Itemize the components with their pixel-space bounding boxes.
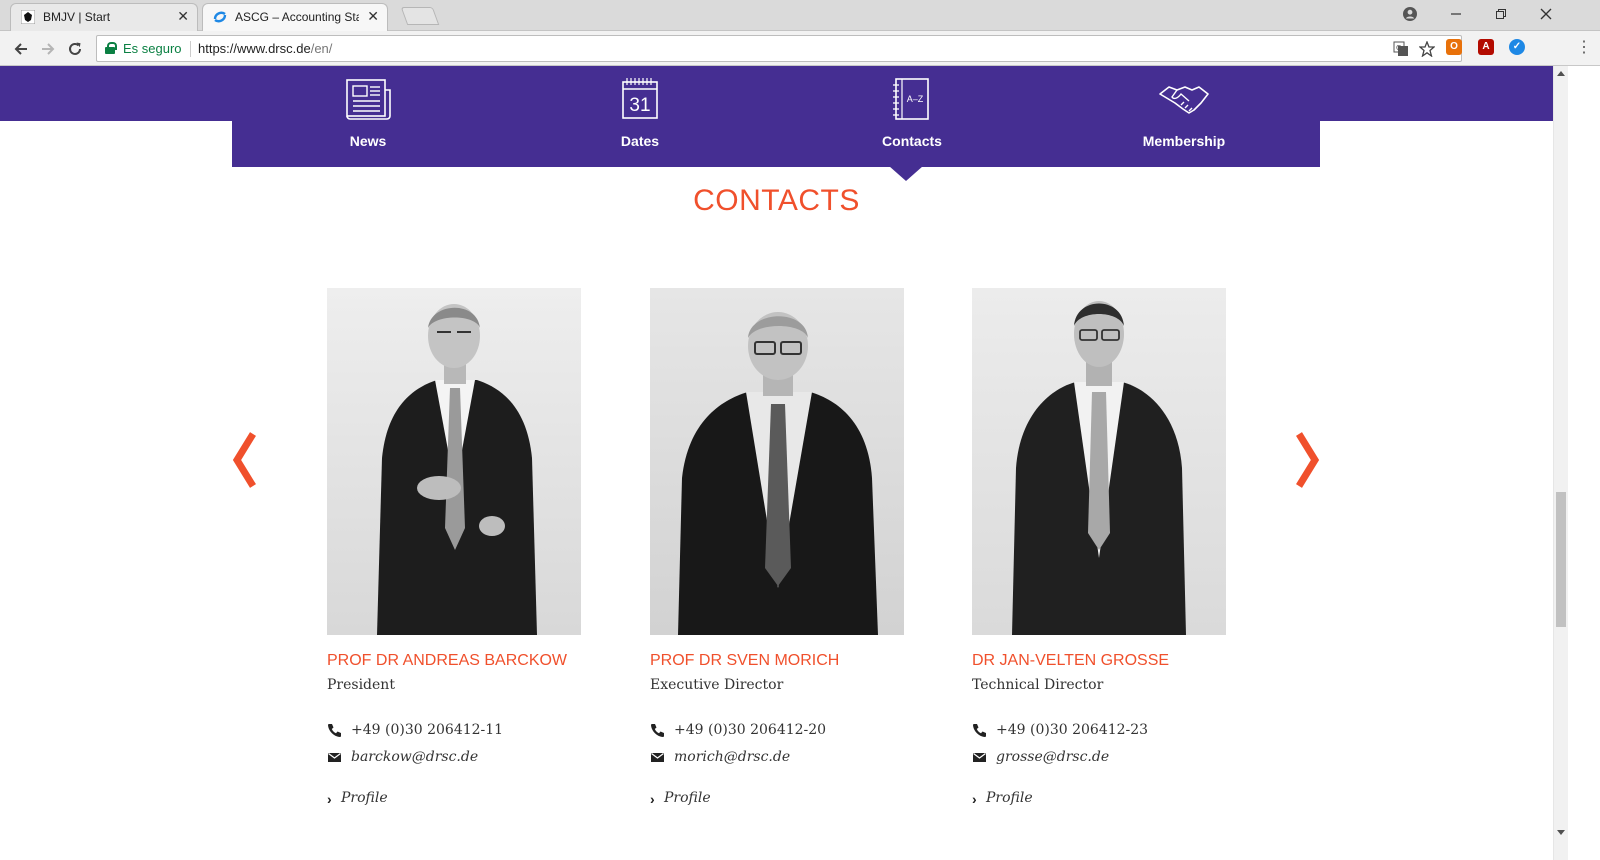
nav-label: Membership [1142,133,1226,149]
newspaper-icon [343,76,393,124]
lock-icon [105,42,117,54]
email-link[interactable]: grosse@drsc.de [996,749,1109,765]
restore-icon[interactable] [1489,4,1513,24]
phone-number: +49 (0)30 206412-23 [996,722,1149,738]
address-book-letters: A–Z [907,94,924,104]
chrome-menu-icon[interactable]: ⋮ [1576,38,1592,58]
url-path: /en/ [310,41,333,56]
new-tab-button[interactable] [400,7,440,25]
section-title: CONTACTS [693,184,860,217]
contact-name: DR JAN-VELTEN GROSSE [972,652,1170,669]
portrait-photo [972,288,1226,635]
envelope-icon [972,750,987,765]
contact-name: PROF DR ANDREAS BARCKOW [327,652,568,669]
back-arrow-icon[interactable] [10,38,32,60]
office-extension-icon[interactable]: O [1446,39,1462,55]
envelope-icon [327,750,342,765]
chevron-left-icon[interactable] [231,432,261,488]
nav-item-news[interactable]: News [232,66,504,167]
contact-role: President [327,677,395,693]
profile-icon[interactable] [1398,4,1422,24]
chevron-right-small-icon: › [972,791,977,807]
nav-item-dates[interactable]: 31 Dates [504,66,776,167]
active-nav-pointer [889,166,923,181]
phone-number: +49 (0)30 206412-20 [674,722,827,738]
chevron-right-small-icon: › [327,791,332,807]
tab-close-icon[interactable]: ✕ [367,9,379,23]
address-book-icon: A–Z [887,76,937,124]
forward-arrow-icon[interactable] [37,38,59,60]
calendar-day-number: 31 [629,95,650,116]
scroll-up-arrow-icon[interactable] [1557,71,1565,76]
calendar-icon: 31 [615,76,665,124]
tab-title: BMJV | Start [43,10,111,24]
contact-role: Technical Director [972,677,1104,693]
profile-label: Profile [341,790,388,806]
chevron-right-icon[interactable] [1291,432,1321,488]
tab-title: ASCG – Accounting Standards Committee of… [235,10,359,24]
translate-icon[interactable]: G [1393,41,1409,60]
profile-label: Profile [664,790,711,806]
divider [190,41,191,57]
scroll-thumb[interactable] [1556,492,1566,627]
phone-icon [972,723,987,738]
url-host: https://www.drsc.de [198,41,311,56]
sync-extension-icon[interactable]: ✓ [1509,39,1525,55]
url-text[interactable]: https://www.drsc.de/en/ [198,41,332,56]
pdf-extension-icon[interactable]: A [1478,39,1494,55]
browser-tab-bmjv[interactable]: BMJV | Start ✕ [10,3,198,31]
contact-name: PROF DR SVEN MORICH [650,652,840,669]
tab-close-icon[interactable]: ✕ [177,9,189,23]
nav-item-membership[interactable]: Membership [1048,66,1320,167]
page-scrollbar[interactable] [1553,66,1568,860]
envelope-icon [650,750,665,765]
reload-icon[interactable] [64,38,86,60]
contact-role: Executive Director [650,677,784,693]
portrait-photo [650,288,904,635]
phone-number: +49 (0)30 206412-11 [351,722,504,738]
eagle-favicon-icon [20,9,36,25]
bookmark-star-icon[interactable] [1418,40,1436,60]
phone-icon [650,723,665,738]
nav-label: Contacts [882,133,942,149]
nav-label: Dates [620,133,660,149]
drsc-favicon-icon [213,10,227,24]
window-edge [1568,66,1600,860]
security-label: Es seguro [123,41,182,56]
portrait-photo [327,288,581,635]
address-bar[interactable]: Es seguro https://www.drsc.de/en/ G [96,35,1462,62]
minimize-icon[interactable] [1444,4,1468,24]
scroll-down-arrow-icon[interactable] [1557,830,1565,835]
svg-text:G: G [1396,44,1401,52]
handshake-icon [1159,76,1209,124]
email-link[interactable]: morich@drsc.de [674,749,790,765]
browser-tab-strip: BMJV | Start ✕ ASCG – Accounting Standar… [0,0,1600,31]
chevron-right-small-icon: › [650,791,655,807]
browser-tab-ascg[interactable]: ASCG – Accounting Standards Committee of… [202,3,388,31]
browser-toolbar: Es seguro https://www.drsc.de/en/ G O A … [0,31,1600,66]
email-link[interactable]: barckow@drsc.de [351,749,478,765]
nav-item-contacts[interactable]: A–Z Contacts [776,66,1048,167]
phone-icon [327,723,342,738]
nav-label: News [349,133,387,149]
profile-label: Profile [986,790,1033,806]
page-viewport: News 31 Dates A–Z Contacts Membership CO… [0,66,1553,860]
close-window-icon[interactable] [1534,4,1558,24]
